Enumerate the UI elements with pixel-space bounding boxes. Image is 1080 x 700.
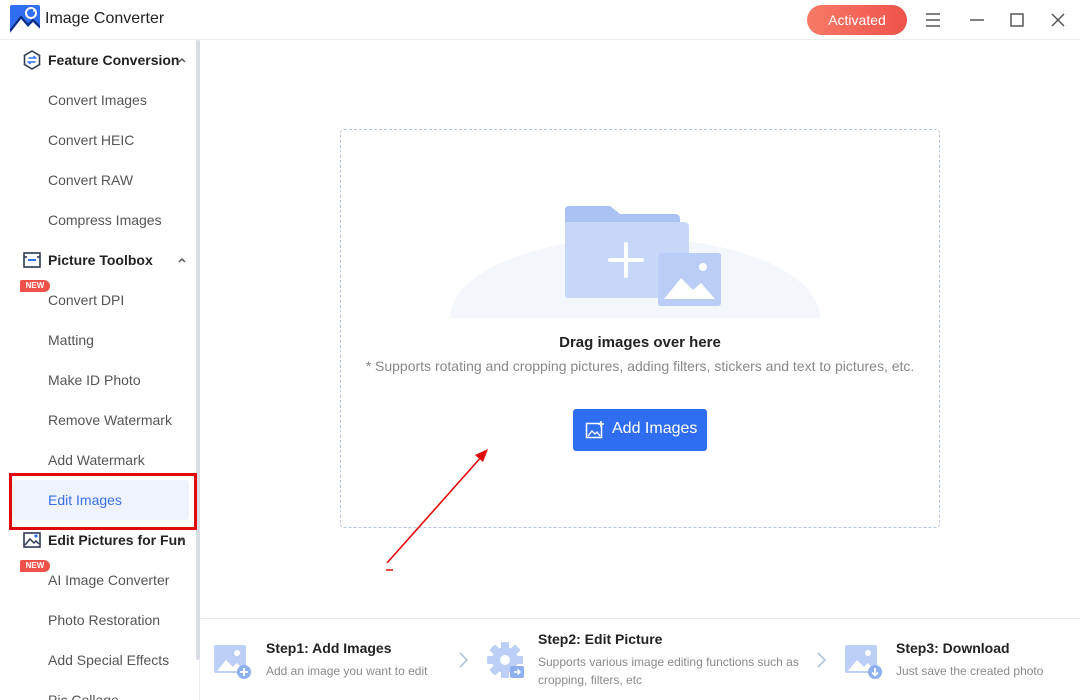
sidebar-item-make-id-photo[interactable]: Make ID Photo [12,360,189,400]
step-3-description: Just save the created photo [896,664,1044,678]
maximize-icon[interactable] [1007,10,1027,30]
sidebar-item-label: AI Image Converter [48,572,170,588]
step-2-description-line-2: cropping, filters, etc [538,673,643,687]
title-bar: Image Converter Activated [0,0,1080,40]
close-icon[interactable] [1048,10,1068,30]
sidebar: Feature Conversion Convert Images Conver… [0,40,200,700]
add-images-button[interactable]: Add Images [573,409,707,451]
step-3-title: Step3: Download [896,640,1010,656]
image-add-icon [214,645,251,679]
sidebar-item-label: Remove Watermark [48,412,172,428]
sidebar-item-label: Compress Images [48,212,162,228]
section-feature-conversion[interactable]: Feature Conversion [0,40,195,80]
sidebar-item-convert-heic[interactable]: Convert HEIC [12,120,189,160]
step-1-description: Add an image you want to edit [266,664,428,678]
section-title: Feature Conversion [48,52,180,68]
app-title: Image Converter [45,10,165,27]
sidebar-item-compress-images[interactable]: Compress Images [12,200,189,240]
sidebar-item-label: Convert RAW [48,172,134,188]
sidebar-item-convert-images[interactable]: Convert Images [12,80,189,120]
chevron-right-icon [459,652,469,668]
chevron-up-icon[interactable] [176,54,188,66]
drag-title: Drag images over here [559,334,721,351]
section-title: Picture Toolbox [48,252,153,268]
sidebar-item-remove-watermark[interactable]: Remove Watermark [12,400,189,440]
chevron-up-icon[interactable] [176,534,188,546]
convert-icon [23,50,41,70]
pointer-arrow-annotation [386,449,488,571]
sidebar-item-label: Convert DPI [48,292,125,308]
step-2-description-line-1: Supports various image editing functions… [538,655,799,669]
section-picture-toolbox[interactable]: Picture Toolbox [0,240,195,280]
sidebar-item-pic-collage[interactable]: Pic Collage [12,680,189,700]
add-images-label: Add Images [612,420,698,437]
step-2-title: Step2: Edit Picture [538,631,663,647]
gear-edit-icon [487,642,524,678]
sidebar-scrollbar[interactable] [196,40,200,660]
chevron-right-icon [817,652,827,668]
sidebar-item-convert-dpi[interactable]: Convert DPI [12,280,189,320]
drag-hint: * Supports rotating and cropping picture… [365,358,915,374]
sidebar-item-add-special-effects[interactable]: Add Special Effects [12,640,189,680]
image-download-icon [845,645,882,679]
sidebar-item-ai-image-converter[interactable]: AI Image Converter [12,560,189,600]
step-1-title: Step1: Add Images [266,640,392,656]
sidebar-item-label: Add Watermark [48,452,145,468]
menu-icon[interactable] [923,10,943,30]
steps-bar: Step1: Add Images Add an image you want … [201,618,1080,700]
picture-fun-icon [23,532,41,548]
activated-button[interactable]: Activated [807,5,907,35]
sidebar-item-label: Make ID Photo [48,372,141,388]
sidebar-item-photo-restoration[interactable]: Photo Restoration [12,600,189,640]
image-add-icon [585,421,604,439]
section-title: Edit Pictures for Fun [48,532,186,548]
toolbox-icon [23,252,41,268]
sidebar-item-label: Convert Images [48,92,147,108]
sidebar-item-label: Pic Collage [48,692,119,700]
sidebar-item-label: Add Special Effects [48,652,170,668]
app-logo-icon [10,5,40,35]
sidebar-item-label: Photo Restoration [48,612,161,628]
sidebar-item-label: Matting [48,332,94,348]
minimize-icon[interactable] [967,10,987,30]
sidebar-item-convert-raw[interactable]: Convert RAW [12,160,189,200]
chevron-up-icon[interactable] [176,254,188,266]
sidebar-item-matting[interactable]: Matting [12,320,189,360]
folder-add-illustration [450,206,820,318]
sidebar-item-label: Convert HEIC [48,132,135,148]
highlight-annotation-box [9,473,197,530]
